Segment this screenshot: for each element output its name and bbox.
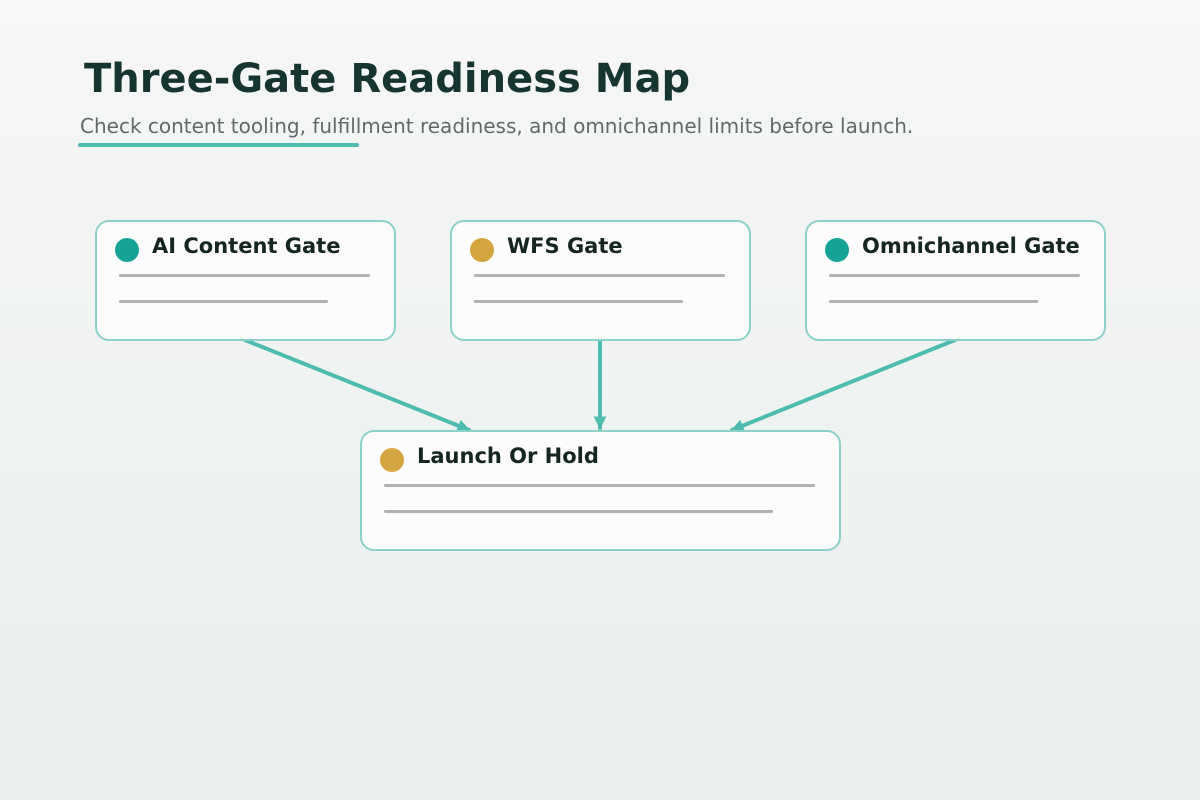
placeholder-line xyxy=(829,274,1080,277)
node-omnichannel-gate[interactable]: Omnichannel Gate xyxy=(805,220,1106,341)
placeholder-line xyxy=(384,484,815,487)
placeholder-line xyxy=(119,274,370,277)
status-dot xyxy=(825,238,849,262)
placeholder-line xyxy=(829,300,1038,303)
status-dot xyxy=(470,238,494,262)
placeholder-line xyxy=(119,300,328,303)
node-label: AI Content Gate xyxy=(152,234,341,258)
node-label: WFS Gate xyxy=(507,234,623,258)
node-ai-content-gate[interactable]: AI Content Gate xyxy=(95,220,396,341)
node-label: Omnichannel Gate xyxy=(862,234,1080,258)
node-launch-or-hold[interactable]: Launch Or Hold xyxy=(360,430,841,551)
edge-ai-content-to-launch xyxy=(243,338,471,432)
placeholder-line xyxy=(384,510,773,513)
edge-omnichannel-to-launch xyxy=(730,338,957,432)
connector-layer xyxy=(243,338,957,432)
status-dot xyxy=(115,238,139,262)
placeholder-line xyxy=(474,274,725,277)
node-label: Launch Or Hold xyxy=(417,444,599,468)
node-wfs-gate[interactable]: WFS Gate xyxy=(450,220,751,341)
status-dot xyxy=(380,448,404,472)
placeholder-line xyxy=(474,300,683,303)
